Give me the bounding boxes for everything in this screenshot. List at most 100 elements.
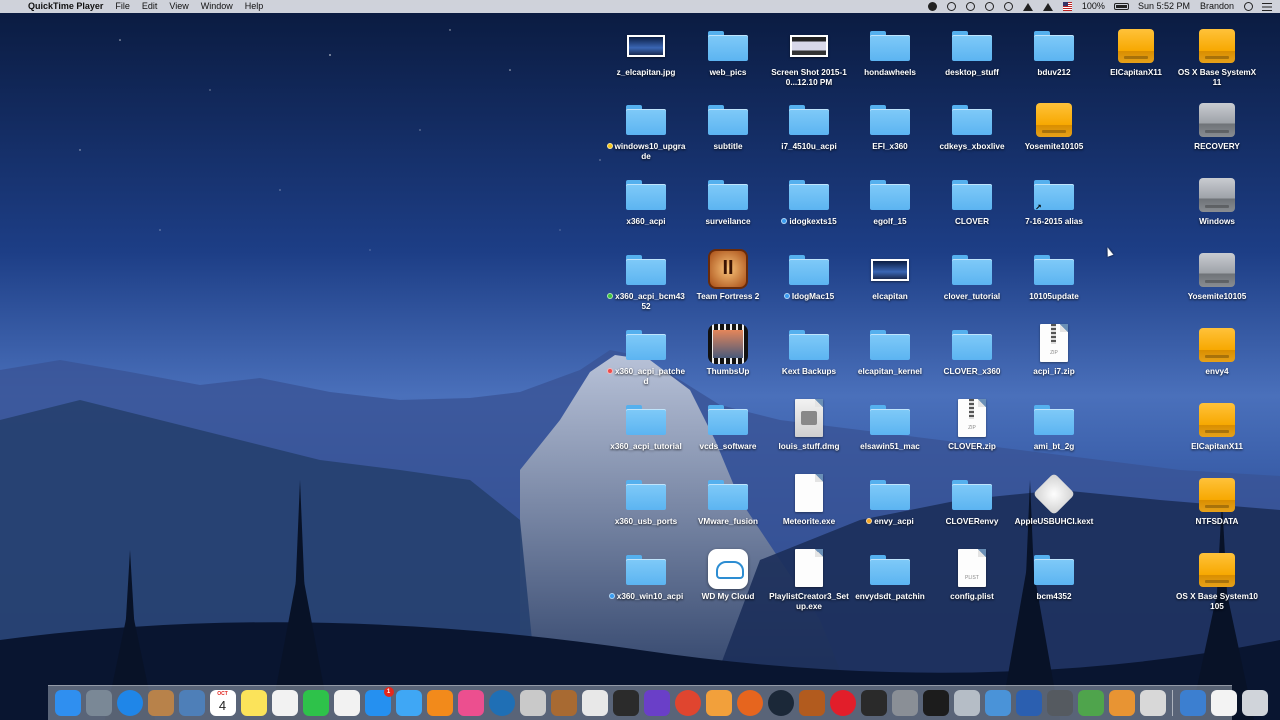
desktop-icon[interactable]: subtitle [687, 99, 769, 152]
desktop-icon[interactable]: x360_acpi_patched [605, 324, 687, 387]
scripts-icon[interactable] [1139, 690, 1166, 716]
desktop-icon[interactable]: i7_4510u_acpi [768, 99, 850, 152]
desktop-icon[interactable]: IdogMac15 [768, 249, 850, 302]
chrome-icon[interactable] [674, 690, 701, 716]
desktop-icon[interactable]: ZIP acpi_i7.zip [1013, 324, 1095, 377]
desktop-icon[interactable]: envy4 [1176, 324, 1258, 377]
desktop-icon[interactable]: desktop_stuff [931, 25, 1013, 78]
desktop-icon[interactable]: ZIP CLOVER.zip [931, 399, 1013, 452]
word-icon[interactable] [1015, 690, 1042, 716]
desktop-icon[interactable]: x360_usb_ports [605, 474, 687, 527]
desktop-icon[interactable]: Meteorite.exe [768, 474, 850, 527]
notes-icon[interactable] [240, 690, 267, 716]
imovie-icon[interactable] [643, 690, 670, 716]
desktop-icon[interactable]: x360_acpi_bcm4352 [605, 249, 687, 312]
desktop-icon[interactable]: surveilance [687, 174, 769, 227]
books-app-icon[interactable] [550, 690, 577, 716]
desktop-icon[interactable]: RECOVERY [1176, 99, 1258, 152]
desktop-icon[interactable]: AppleUSBUHCI.kext [1013, 472, 1095, 527]
edge-icon[interactable] [488, 690, 515, 716]
reminders-icon[interactable] [271, 690, 298, 716]
messages-icon[interactable] [395, 690, 422, 716]
steam-icon[interactable] [767, 690, 794, 716]
desktop-icon[interactable]: PlaylistCreator3_Setup.exe [768, 549, 850, 612]
user-name[interactable]: Brandon [1195, 0, 1239, 13]
desktop-icon[interactable]: web_pics [687, 25, 769, 78]
system-prefs-icon[interactable] [891, 690, 918, 716]
desktop-icon[interactable]: cdkeys_xboxlive [931, 99, 1013, 152]
desktop-icon[interactable]: elsawin51_mac [849, 399, 931, 452]
menu-file[interactable]: File [109, 0, 136, 13]
bluetooth-icon[interactable] [1003, 2, 1013, 11]
eject-icon[interactable] [1042, 2, 1053, 11]
desktop-icon[interactable]: PLIST config.plist [931, 549, 1013, 602]
safari-icon[interactable] [116, 690, 143, 716]
accessibility-icon[interactable] [946, 2, 956, 11]
desktop-icon[interactable]: hondawheels [849, 25, 931, 78]
app-store-icon[interactable]: 1 [364, 687, 394, 716]
desktop-icon[interactable]: z_elcapitan.jpg [605, 25, 687, 78]
preview-icon[interactable] [178, 690, 205, 716]
input-source-flag-icon[interactable] [1062, 2, 1072, 11]
menu-edit[interactable]: Edit [136, 0, 164, 13]
disk-utility-icon[interactable] [953, 690, 980, 716]
desktop-icon[interactable]: EFI_x360 [849, 99, 931, 152]
finder-icon[interactable] [54, 690, 81, 716]
desktop-icon[interactable]: ami_bt_2g [1013, 399, 1095, 452]
desktop-icon[interactable]: OS X Base System10105 [1176, 549, 1258, 612]
pages-icon[interactable] [581, 690, 608, 716]
desktop-icon[interactable]: CLOVERenvy [931, 474, 1013, 527]
opera-icon[interactable] [829, 690, 856, 716]
photos-icon[interactable] [705, 690, 732, 716]
desktop-icon[interactable]: NTFSDATA [1176, 474, 1258, 527]
facetime-icon[interactable] [302, 690, 329, 716]
menu-view[interactable]: View [163, 0, 194, 13]
menu-help[interactable]: Help [239, 0, 270, 13]
record-icon[interactable] [927, 2, 937, 11]
console-icon[interactable] [1046, 690, 1073, 716]
desktop-icon[interactable]: envy_acpi [849, 474, 931, 527]
sync-icon[interactable] [965, 2, 975, 11]
desktop-icon[interactable]: Windows [1176, 174, 1258, 227]
desktop-icon[interactable]: Screen Shot 2015-10...12.10 PM [768, 25, 850, 88]
desktop-icon[interactable]: bduv212 [1013, 25, 1095, 78]
desktop-icon[interactable]: egolf_15 [849, 174, 931, 227]
cinema-icon[interactable] [860, 690, 887, 716]
team-fortress-icon[interactable] [798, 690, 825, 716]
wifi-icon[interactable] [1022, 2, 1033, 11]
desktop-icon[interactable]: OS X Base SystemX11 [1176, 25, 1258, 88]
desktop-icon[interactable]: CLOVER_x360 [931, 324, 1013, 377]
desktop-icon[interactable]: ElCapitanX11 [1095, 25, 1177, 78]
desktop-icon[interactable]: Yosemite10105 [1176, 249, 1258, 302]
contacts-icon[interactable] [147, 690, 174, 716]
desktop-icon[interactable]: 10105update [1013, 249, 1095, 302]
launchpad-icon[interactable] [85, 690, 112, 716]
textedit-icon[interactable] [333, 690, 360, 716]
ibooks-icon[interactable] [426, 690, 453, 716]
firefox-icon[interactable] [736, 690, 763, 716]
calendar-icon[interactable]: OCT 4 [209, 690, 236, 716]
desktop-icon[interactable]: Team Fortress 2 [687, 249, 769, 302]
desktop-icon[interactable]: idogkexts15 [768, 174, 850, 227]
desktop-icon[interactable]: elcapitan_kernel [849, 324, 931, 377]
time-machine-icon[interactable] [984, 2, 994, 11]
notification-center-icon[interactable] [1262, 2, 1272, 11]
desktop-icon[interactable]: CLOVER [931, 174, 1013, 227]
battery-icon[interactable] [1113, 3, 1129, 10]
desktop-icon[interactable]: x360_acpi [605, 174, 687, 227]
desktop-icon[interactable]: x360_win10_acpi [605, 549, 687, 602]
menu-app-name[interactable]: QuickTime Player [22, 0, 109, 13]
desktop-icon[interactable]: ElCapitanX11 [1176, 399, 1258, 452]
imovie-star-icon[interactable] [612, 690, 639, 716]
desktop-icon[interactable]: louis_stuff.dmg [768, 399, 850, 452]
desktop-icon[interactable]: bcm4352 [1013, 549, 1095, 602]
menu-window[interactable]: Window [195, 0, 239, 13]
desktop-icon[interactable]: envydsdt_patchin [849, 549, 931, 602]
script-editor-icon[interactable] [519, 690, 546, 716]
desktop-icon[interactable]: x360_acpi_tutorial [605, 399, 687, 452]
terminal-icon[interactable] [922, 690, 949, 716]
desktop-icon[interactable]: Yosemite10105 [1013, 99, 1095, 152]
activity-monitor-icon[interactable] [984, 690, 1011, 716]
desktop-icon[interactable]: vcds_software [687, 399, 769, 452]
desktop-icon[interactable]: WD My Cloud [687, 549, 769, 602]
